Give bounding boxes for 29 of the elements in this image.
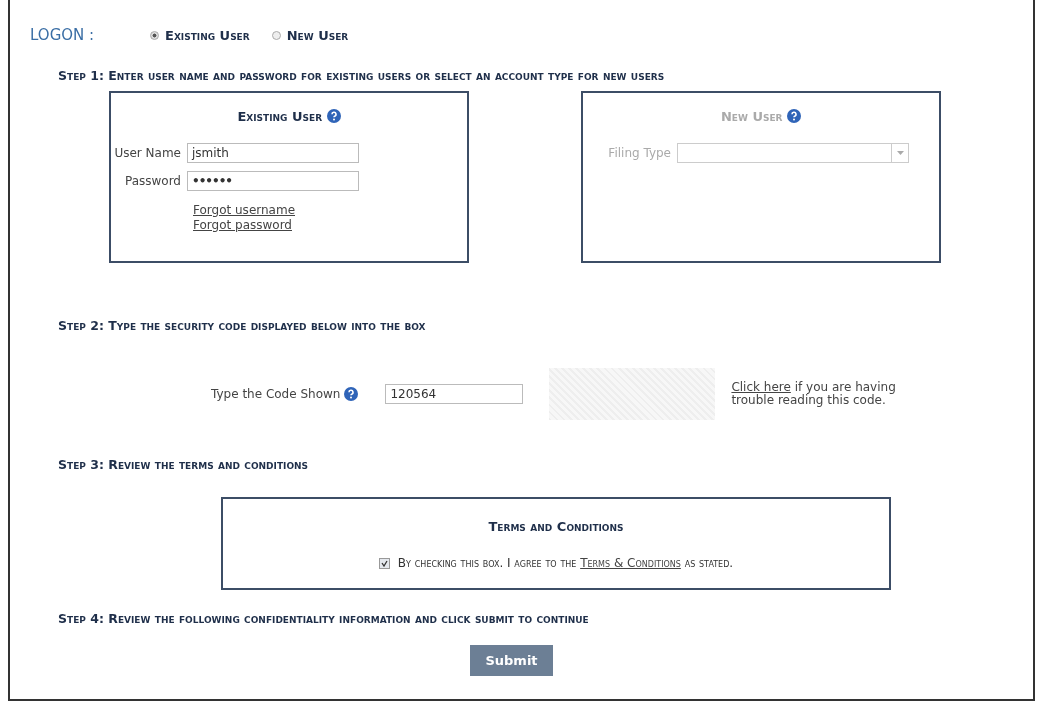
agreement-text: By checking this box. I agree to the Terms & Conditions as stated. — [397, 555, 734, 573]
logon-label: LOGON : — [30, 25, 96, 46]
checkbox[interactable] — [378, 557, 390, 569]
step-heading: Step 1: Enter user name and password for existing users or select an account type for new users — [58, 66, 666, 85]
radio-option[interactable]: New User — [271, 25, 349, 45]
input-field[interactable]: 120564 — [385, 384, 524, 404]
step-heading: Step 2: Type the security code displayed below into the box — [58, 317, 427, 336]
link[interactable]: Forgot password — [193, 217, 292, 233]
submit-button[interactable]: Submit — [470, 644, 553, 676]
panel-title: Existing User — [237, 109, 324, 125]
step-heading: Step 4: Review the following confidentiality information and click submit to continue — [58, 609, 590, 628]
step-heading: Step 3: Review the terms and conditions — [58, 456, 310, 474]
link[interactable]: Terms & Conditions — [580, 556, 681, 571]
radio-icon[interactable] — [150, 30, 159, 40]
field-label: Filing Type — [607, 144, 672, 162]
radio-option[interactable]: Existing User — [150, 25, 250, 45]
field-label: Password — [123, 172, 182, 190]
radio-icon[interactable] — [271, 30, 281, 40]
help-text: Click here if you are having trouble reading this code. — [731, 381, 897, 407]
panel-title: Terms and Conditions — [487, 517, 625, 536]
help-icon[interactable] — [326, 109, 341, 124]
help-icon[interactable] — [344, 387, 359, 401]
field-label: Type the Code Shown — [211, 386, 341, 403]
input-field[interactable]: •••••• — [187, 170, 359, 191]
link[interactable]: Forgot username — [193, 202, 295, 218]
input-field[interactable]: jsmith — [187, 142, 359, 163]
field-label: User Name — [113, 144, 182, 162]
link[interactable]: Click here — [731, 380, 791, 394]
panel-title: New User — [720, 109, 784, 125]
